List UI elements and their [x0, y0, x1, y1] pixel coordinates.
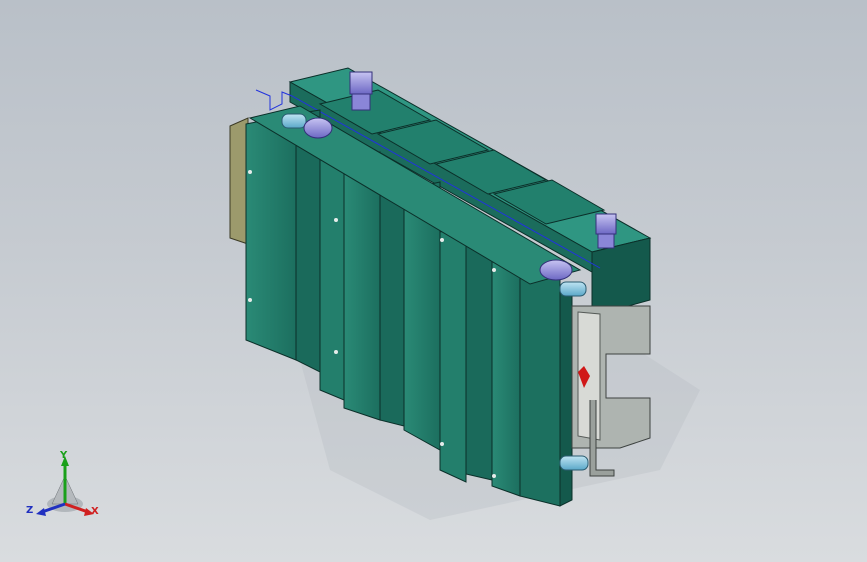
top-cylinder-left[interactable] [349, 71, 373, 111]
axis-x-label: X [91, 506, 99, 517]
top-cylinder-right[interactable] [595, 213, 617, 249]
bottom-cylinder[interactable] [559, 455, 589, 471]
axis-z-label: Z [26, 505, 34, 516]
left-side-plate[interactable] [229, 117, 249, 245]
axis-y-label: Y [60, 450, 68, 461]
cad-viewport[interactable]: Y X Z [0, 0, 867, 562]
mold-assembly-model[interactable] [0, 0, 867, 562]
orientation-triad[interactable]: Y X Z [22, 446, 112, 536]
